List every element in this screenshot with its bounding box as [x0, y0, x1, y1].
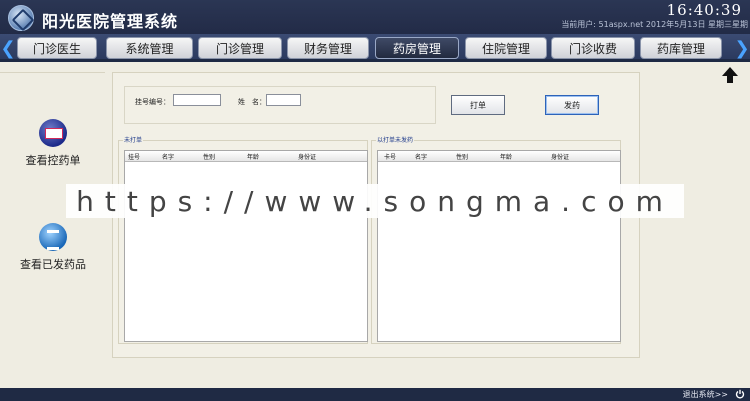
col-name: 名字 [162, 154, 175, 161]
printed-table[interactable]: 卡号 名字 性别 年龄 身份证 [377, 150, 621, 342]
power-icon[interactable] [735, 389, 745, 399]
hospital-logo-icon [8, 5, 34, 31]
unprinted-group: 未打单 挂号 名字 性别 年龄 身份证 [118, 135, 368, 344]
nav-right-arrow-icon[interactable]: ❯ [734, 37, 749, 59]
app-header: 阳光医院管理系统 16:40:39 当前用户: 51aspx.net 2012年… [0, 0, 750, 34]
col-id-card: 身份证 [551, 154, 570, 161]
search-area: 挂号编号： 姓 名： [124, 86, 436, 124]
tab-outpatient-doctor[interactable]: 门诊医生 [17, 37, 97, 59]
user-info: 当前用户: 51aspx.net 2012年5月13日 星期三星期 [561, 20, 748, 29]
tab-inpatient-management[interactable]: 住院管理 [465, 37, 547, 59]
reg-no-input[interactable] [173, 94, 221, 106]
tab-pharmacy-management[interactable]: 药房管理 [375, 37, 459, 59]
col-gender: 性别 [456, 154, 469, 161]
tab-outpatient-management[interactable]: 门诊管理 [198, 37, 282, 59]
col-reg-no: 挂号 [128, 154, 141, 161]
tab-system-management[interactable]: 系统管理 [106, 37, 193, 59]
dispense-button[interactable]: 发药 [545, 95, 599, 115]
printed-group: 以打单未发药 卡号 名字 性别 年龄 身份证 [371, 135, 621, 344]
col-age: 年龄 [500, 154, 513, 161]
reg-no-label: 挂号编号： [135, 98, 170, 106]
prescription-icon [39, 119, 67, 147]
exit-system-link[interactable]: 退出系统>> [683, 389, 728, 400]
main-nav: ❮ 门诊医生 系统管理 门诊管理 财务管理 药房管理 住院管理 门诊收费 药库管… [0, 34, 750, 62]
watermark-banner: https://www.songma.com [66, 184, 684, 218]
sidebar-item-label: 查看已发药品 [20, 258, 86, 271]
sidebar-item-view-dispensed[interactable]: 查看已发药品 [10, 223, 96, 272]
sidebar-item-label: 查看控药单 [25, 154, 81, 167]
col-age: 年龄 [247, 154, 260, 161]
dispensed-icon [39, 223, 67, 251]
nav-left-arrow-icon[interactable]: ❮ [0, 37, 15, 59]
col-card-no: 卡号 [384, 154, 397, 161]
app-title: 阳光医院管理系统 [42, 12, 179, 31]
unprinted-title: 未打单 [123, 135, 144, 144]
unprinted-table[interactable]: 挂号 名字 性别 年龄 身份证 [124, 150, 368, 342]
sidebar: 查看控药单 查看已发药品 [0, 72, 105, 382]
col-id-card: 身份证 [298, 154, 317, 161]
tab-finance-management[interactable]: 财务管理 [287, 37, 369, 59]
print-button[interactable]: 打单 [451, 95, 505, 115]
scroll-top-icon[interactable] [721, 66, 739, 84]
tab-outpatient-billing[interactable]: 门诊收费 [551, 37, 635, 59]
clock: 16:40:39 [666, 1, 742, 19]
name-label: 姓 名： [238, 98, 266, 106]
col-name: 名字 [415, 154, 428, 161]
name-input[interactable] [266, 94, 301, 106]
col-gender: 性别 [203, 154, 216, 161]
sidebar-item-view-prescriptions[interactable]: 查看控药单 [10, 119, 96, 168]
tab-drug-store-management[interactable]: 药库管理 [640, 37, 722, 59]
printed-table-header: 卡号 名字 性别 年龄 身份证 [378, 151, 620, 162]
printed-title: 以打单未发药 [376, 135, 415, 144]
footer-bar: 退出系统>> [0, 388, 750, 401]
unprinted-table-header: 挂号 名字 性别 年龄 身份证 [125, 151, 367, 162]
